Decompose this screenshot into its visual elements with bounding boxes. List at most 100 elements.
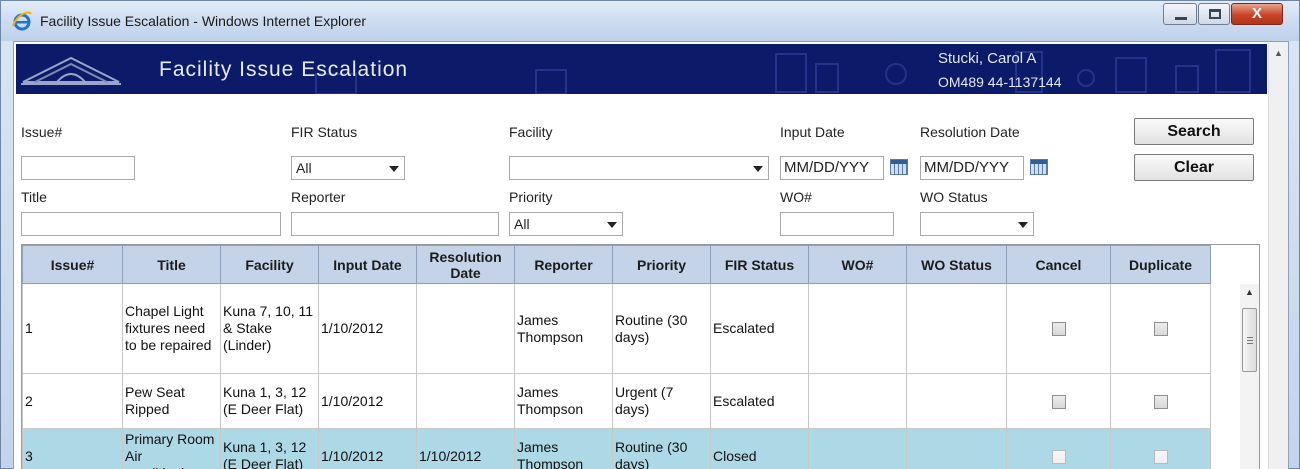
- scroll-up-icon[interactable]: ▲: [1274, 48, 1283, 58]
- column-header[interactable]: Facility: [220, 245, 319, 284]
- fir-status-select[interactable]: All: [291, 156, 405, 180]
- wo-number-input[interactable]: [780, 212, 894, 236]
- column-header[interactable]: Resolution Date: [416, 245, 515, 284]
- fir-status-cell: Closed: [710, 428, 809, 469]
- facility-label: Facility: [509, 124, 553, 140]
- title-input[interactable]: [21, 212, 281, 236]
- resolution-date-cell: [416, 283, 515, 374]
- table-row[interactable]: 1 Chapel Light fixtures need to be repai…: [22, 283, 1211, 374]
- issue-cell: 3: [22, 428, 123, 469]
- facility-cell: Kuna 7, 10, 11 & Stake (Linder): [220, 283, 319, 374]
- input-date-label: Input Date: [780, 124, 845, 140]
- clear-button[interactable]: Clear: [1134, 154, 1254, 181]
- cancel-checkbox[interactable]: [1051, 449, 1066, 464]
- minimize-icon: [1175, 17, 1187, 20]
- facility-cell: Kuna 1, 3, 12 (E Deer Flat): [220, 428, 319, 469]
- input-date-field[interactable]: MM/DD/YYY: [780, 156, 884, 180]
- column-header[interactable]: Duplicate: [1110, 245, 1211, 284]
- maximize-icon: [1209, 9, 1221, 19]
- resolution-date-label: Resolution Date: [920, 124, 1020, 140]
- maximize-button[interactable]: [1198, 3, 1230, 25]
- reporter-cell: James Thompson: [514, 373, 613, 429]
- calendar-icon[interactable]: [890, 159, 908, 175]
- reporter-input[interactable]: [291, 212, 499, 236]
- resolution-date-cell: 1/10/2012: [416, 428, 515, 469]
- calendar-icon[interactable]: [1030, 159, 1048, 175]
- duplicate-cell: [1110, 428, 1211, 469]
- dropdown-caret-icon: [753, 166, 763, 172]
- search-button[interactable]: Search: [1134, 118, 1254, 145]
- grid-scrollbar[interactable]: ▲: [1240, 284, 1259, 469]
- table-row[interactable]: 2 Pew Seat Ripped Kuna 1, 3, 12 (E Deer …: [22, 373, 1211, 429]
- close-icon: X: [1251, 5, 1262, 22]
- column-header[interactable]: Input Date: [318, 245, 417, 284]
- wo-status-cell: [906, 428, 1007, 469]
- grid-scroll-thumb[interactable]: [1242, 308, 1257, 372]
- resolution-date-cell: [416, 373, 515, 429]
- column-header[interactable]: WO#: [808, 245, 907, 284]
- input-date-cell: 1/10/2012: [318, 428, 417, 469]
- duplicate-checkbox[interactable]: [1153, 394, 1168, 409]
- facility-select[interactable]: [509, 156, 769, 180]
- reporter-cell: James Thompson: [514, 283, 613, 374]
- fir-status-cell: Escalated: [710, 373, 809, 429]
- window-titlebar[interactable]: Facility Issue Escalation - Windows Inte…: [1, 1, 1299, 41]
- issue-input[interactable]: [21, 156, 135, 180]
- column-header[interactable]: Cancel: [1006, 245, 1111, 284]
- page-title: Facility Issue Escalation: [159, 58, 409, 81]
- title-cell: Pew Seat Ripped: [122, 373, 221, 429]
- wo-status-label: WO Status: [920, 189, 988, 205]
- wo-status-cell: [906, 373, 1007, 429]
- title-label: Title: [21, 189, 47, 205]
- duplicate-checkbox[interactable]: [1153, 449, 1168, 464]
- scroll-up-icon[interactable]: ▲: [1245, 287, 1254, 297]
- column-header[interactable]: Title: [122, 245, 221, 284]
- column-header[interactable]: FIR Status: [710, 245, 809, 284]
- wo-number-cell: [808, 373, 907, 429]
- facility-cell: Kuna 1, 3, 12 (E Deer Flat): [220, 373, 319, 429]
- column-header[interactable]: Priority: [612, 245, 711, 284]
- table-row-selected[interactable]: 3 Primary Room Air conditioning Kuna 1, …: [22, 428, 1211, 469]
- window-title: Facility Issue Escalation - Windows Inte…: [40, 13, 367, 29]
- user-id: OM489 44-1137144: [938, 74, 1062, 90]
- reporter-label: Reporter: [291, 189, 346, 205]
- priority-value: All: [514, 216, 530, 232]
- cancel-cell: [1006, 428, 1111, 469]
- cancel-checkbox[interactable]: [1051, 394, 1066, 409]
- wo-number-label: WO#: [780, 189, 812, 205]
- resolution-date-field[interactable]: MM/DD/YYY: [920, 156, 1024, 180]
- cancel-checkbox[interactable]: [1051, 322, 1066, 337]
- wo-status-select[interactable]: [920, 212, 1034, 236]
- dropdown-caret-icon: [1018, 222, 1028, 228]
- title-cell: Primary Room Air conditioning: [122, 428, 221, 469]
- fir-status-value: All: [296, 160, 312, 176]
- app-logo: [21, 56, 121, 85]
- column-header[interactable]: Issue#: [22, 245, 123, 284]
- page-scrollbar[interactable]: ▲: [1268, 42, 1288, 469]
- priority-cell: Urgent (7 days): [612, 373, 711, 429]
- close-button[interactable]: X: [1231, 3, 1283, 25]
- minimize-button[interactable]: [1163, 3, 1197, 25]
- ie-logo-icon: [12, 11, 32, 31]
- app-header-banner: Facility Issue Escalation Stucki, Carol …: [16, 44, 1267, 94]
- issue-label: Issue#: [21, 124, 63, 140]
- duplicate-checkbox[interactable]: [1153, 322, 1168, 337]
- results-grid: Issue# Title Facility Input Date Resolut…: [21, 244, 1260, 469]
- issue-cell: 1: [22, 283, 123, 374]
- wo-status-cell: [906, 283, 1007, 374]
- user-name: Stucki, Carol A: [938, 50, 1037, 67]
- fir-status-cell: Escalated: [710, 283, 809, 374]
- table-header-row: Issue# Title Facility Input Date Resolut…: [22, 245, 1211, 284]
- results-table: Issue# Title Facility Input Date Resolut…: [22, 245, 1211, 469]
- input-date-cell: 1/10/2012: [318, 373, 417, 429]
- priority-cell: Routine (30 days): [612, 428, 711, 469]
- fir-status-label: FIR Status: [291, 124, 358, 140]
- cancel-cell: [1006, 283, 1111, 374]
- page-content: Facility Issue Escalation Stucki, Carol …: [13, 41, 1289, 469]
- duplicate-cell: [1110, 283, 1211, 374]
- input-date-cell: 1/10/2012: [318, 283, 417, 374]
- column-header[interactable]: WO Status: [906, 245, 1007, 284]
- column-header[interactable]: Reporter: [514, 245, 613, 284]
- priority-select[interactable]: All: [509, 212, 623, 236]
- title-cell: Chapel Light fixtures need to be repaire…: [122, 283, 221, 374]
